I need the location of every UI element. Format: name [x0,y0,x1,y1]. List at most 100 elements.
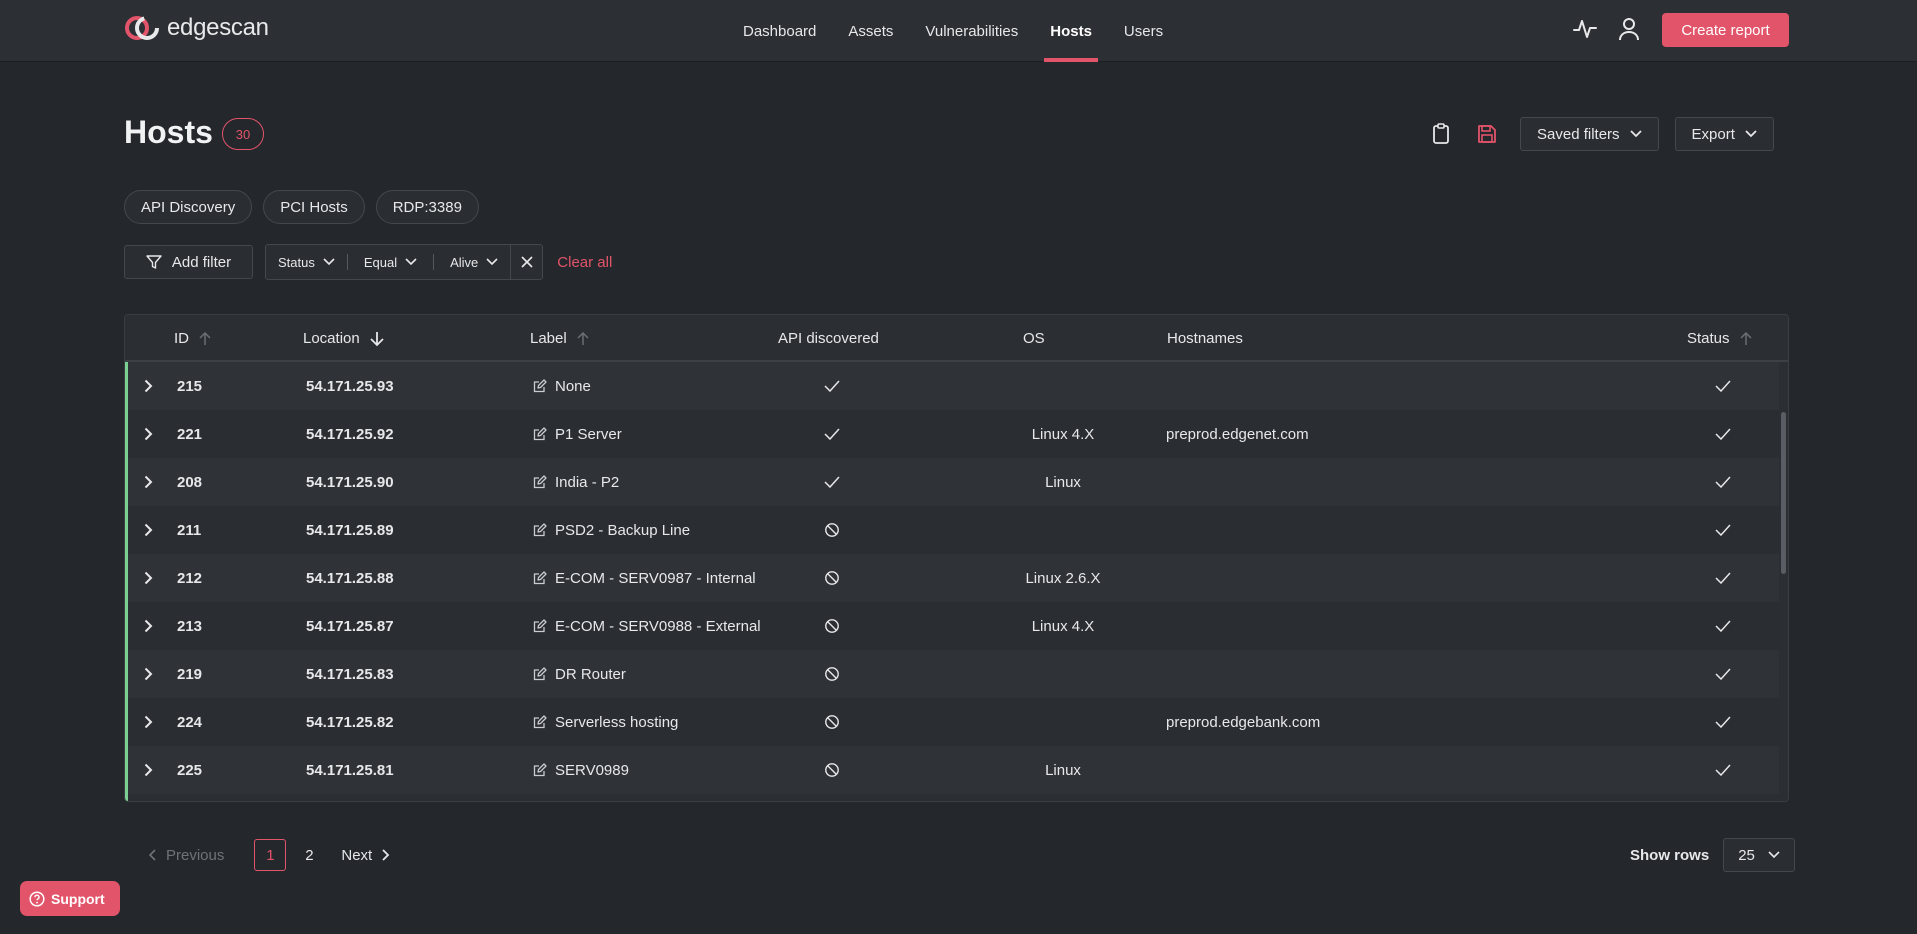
chip-rdp-3389[interactable]: RDP:3389 [375,190,479,224]
check-icon [1709,362,1737,410]
nav-item-dashboard[interactable]: Dashboard [727,0,832,62]
column-header-api-discovered[interactable]: API discovered [778,315,879,362]
edit-icon[interactable] [533,667,547,681]
chevron-right-icon[interactable] [138,410,158,458]
chip-api-discovery[interactable]: API Discovery [124,190,253,224]
cell-os [978,506,1148,554]
table-row[interactable]: 212 54.171.25.88 E-COM - SERV0987 - Intern… [128,554,1784,602]
table-row[interactable]: 213 54.171.25.87 E-COM - SERV0988 - Extern… [128,602,1784,650]
filter-value: Alive [450,254,479,270]
filter-field-value: Status [278,254,315,270]
cell-location[interactable]: 54.171.25.93 [306,362,394,410]
column-header-id-label: ID [174,330,189,347]
chevron-right-icon[interactable] [138,554,158,602]
cell-id: 211 [177,521,202,539]
nav-item-users[interactable]: Users [1108,0,1179,62]
edit-icon[interactable] [533,571,547,585]
support-button[interactable]: Support [20,881,120,916]
table-row[interactable]: 211 54.171.25.89 PSD2 - Backup Line [128,506,1784,554]
nav-item-hosts[interactable]: Hosts [1034,0,1108,62]
next-label: Next [341,846,373,864]
column-header-os[interactable]: OS [1023,315,1045,362]
page-2-button[interactable]: 2 [293,839,325,871]
table-row[interactable]: 219 54.171.25.83 DR Router [128,650,1784,698]
cell-os: Linux [1045,473,1081,491]
chevron-right-icon[interactable] [138,650,158,698]
cell-label: India - P2 [533,458,619,506]
top-icon-group [1572,14,1642,44]
chevron-right-icon[interactable] [138,362,158,410]
chevron-down-icon [1768,851,1780,859]
column-header-status[interactable]: Status [1687,315,1752,362]
table-scrollbar[interactable] [1779,362,1788,801]
check-icon [818,362,846,410]
previous-page-button[interactable]: Previous [148,847,224,864]
cell-location[interactable]: 54.171.25.87 [306,602,394,650]
chevron-right-icon[interactable] [138,698,158,746]
pagination: Previous 1 2 Next [148,838,390,872]
user-icon[interactable] [1616,14,1642,44]
cell-id: 225 [177,761,203,779]
chevron-right-icon[interactable] [138,458,158,506]
cell-location[interactable]: 54.171.25.92 [306,410,394,458]
edit-icon[interactable] [533,715,547,729]
quick-filter-chips: API Discovery PCI Hosts RDP:3389 [124,190,479,224]
chevron-right-icon[interactable] [138,746,158,794]
column-header-hostnames[interactable]: Hostnames [1167,315,1243,362]
chevron-right-icon[interactable] [138,602,158,650]
export-dropdown[interactable]: Export [1674,117,1774,151]
cell-os: Linux [1045,761,1081,779]
cell-location[interactable]: 54.171.25.88 [306,554,394,602]
cell-id: 213 [177,617,203,635]
nav-item-assets[interactable]: Assets [832,0,909,62]
cell-label: Serverless hosting [533,698,678,746]
edit-icon[interactable] [533,763,547,777]
activity-icon[interactable] [1572,14,1598,44]
chip-pci-hosts[interactable]: PCI Hosts [263,190,365,224]
hosts-count-badge: 30 [222,118,264,150]
chevron-left-icon [148,849,156,861]
chevron-down-icon [323,258,335,266]
clear-all-link[interactable]: Clear all [557,254,612,271]
cell-location[interactable]: 54.171.25.81 [306,746,394,794]
clipboard-icon[interactable] [1428,119,1454,149]
next-page-button[interactable]: Next [341,847,390,864]
column-header-label-label: Label [530,330,567,347]
saved-filters-dropdown[interactable]: Saved filters [1520,117,1659,151]
save-icon[interactable] [1474,119,1500,149]
cell-location[interactable]: 54.171.25.90 [306,458,394,506]
edit-icon[interactable] [533,379,547,393]
edit-icon[interactable] [533,475,547,489]
table-row[interactable]: 224 54.171.25.82 Serverless hosting preprod… [128,698,1784,746]
brand-logo[interactable]: edgescan [124,13,269,43]
table-row[interactable]: 225 54.171.25.81 SERV0989 Linux [128,746,1784,794]
remove-filter-button[interactable] [510,245,542,279]
table-row[interactable]: 221 54.171.25.92 P1 Server Linux 4.X preprod… [128,410,1784,458]
filter-value-select[interactable]: Alive [434,252,510,272]
cell-location[interactable]: 54.171.25.82 [306,698,394,746]
column-header-id[interactable]: ID [174,315,211,362]
table-row[interactable]: 208 54.171.25.90 India - P2 Linux [128,458,1784,506]
edit-icon[interactable] [533,427,547,441]
rows-per-page-select[interactable]: 25 [1723,838,1796,872]
nav-item-vulnerabilities[interactable]: Vulnerabilities [909,0,1034,62]
filter-operator-select[interactable]: Equal [348,252,433,272]
column-header-status-label: Status [1687,330,1730,347]
cell-location[interactable]: 54.171.25.83 [306,650,394,698]
edit-icon[interactable] [533,619,547,633]
column-header-location[interactable]: Location [303,315,384,362]
show-rows-label: Show rows [1630,846,1710,864]
add-filter-button[interactable]: Add filter [124,245,253,279]
chevron-right-icon[interactable] [138,506,158,554]
edit-icon[interactable] [533,523,547,537]
column-header-label[interactable]: Label [530,315,589,362]
page-title: Hosts [124,114,213,150]
filter-field-select[interactable]: Status [266,252,347,272]
brand-name: edgescan [167,14,269,41]
cell-os [978,650,1148,698]
table-row[interactable]: 215 54.171.25.93 None [128,362,1784,410]
cell-location[interactable]: 54.171.25.89 [306,506,394,554]
scrollbar-thumb[interactable] [1781,412,1786,574]
create-report-button[interactable]: Create report [1662,13,1789,47]
page-1-button[interactable]: 1 [254,839,287,871]
